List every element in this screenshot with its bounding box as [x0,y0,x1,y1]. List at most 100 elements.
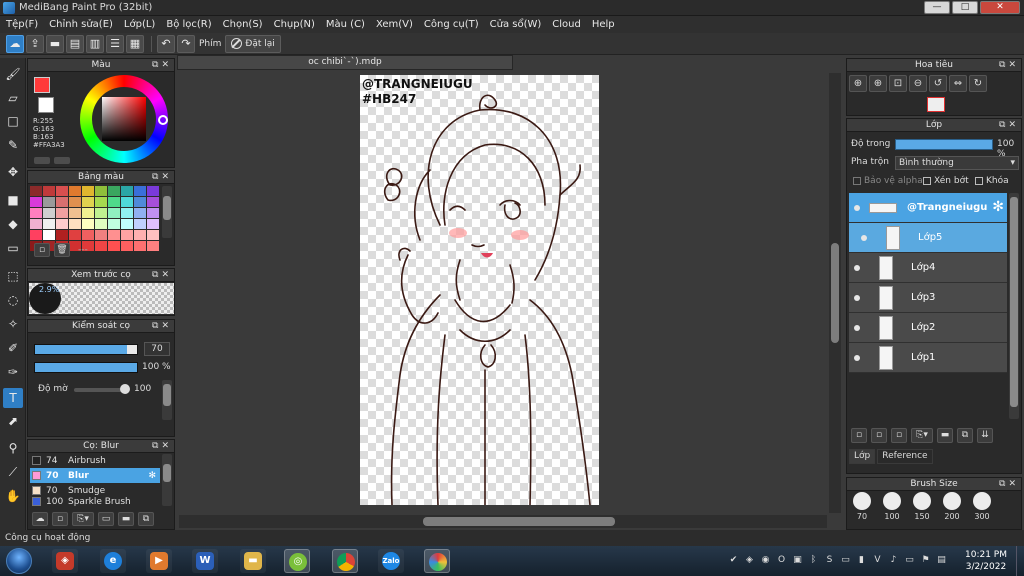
palette-swatch[interactable] [43,230,55,240]
visibility-eye-icon[interactable] [861,234,867,241]
palette-swatch[interactable] [43,219,55,229]
palette-swatch[interactable] [30,208,42,218]
new-layer-icon[interactable]: ▫ [851,428,867,443]
maximize-button[interactable]: □ [952,1,978,14]
menu-file[interactable]: Tệp(F) [6,19,38,30]
menu-view[interactable]: Xem(V) [376,19,413,30]
palette-swatch[interactable] [30,186,42,196]
palette-swatch[interactable] [30,219,42,229]
palette-swatch[interactable] [134,208,146,218]
palette-swatch[interactable] [95,219,107,229]
taskbar-medibang[interactable] [424,549,450,573]
delete-palette-icon[interactable]: 🗑 [54,243,70,257]
visibility-eye-icon[interactable] [854,294,860,301]
hue-knob[interactable] [158,115,168,125]
palette-swatch[interactable] [43,208,55,218]
layer-settings-gear-icon[interactable]: ✻ [992,199,1004,215]
palette-swatch[interactable] [69,208,81,218]
tray-monitor-icon[interactable]: ▭ [904,554,915,566]
tray-language-icon[interactable]: V [872,554,883,566]
taskbar-word[interactable]: W [192,549,218,573]
menu-filter[interactable]: Bộ lọc(R) [166,19,211,30]
minimize-button[interactable]: — [924,1,950,14]
brush-tool-icon[interactable]: 🖌 [3,64,23,84]
layer-scroll-thumb[interactable] [1010,197,1018,407]
tray-network-icon[interactable]: ▤ [936,554,947,566]
palette-swatch[interactable] [69,197,81,207]
brush-list-scrollbar[interactable] [162,454,172,506]
canvas-vertical-scrollbar[interactable] [829,73,841,513]
palette-swatch[interactable] [95,208,107,218]
brush-size-preset[interactable]: 70 [851,492,873,521]
taskbar-zalo[interactable]: Zalo [378,549,404,573]
palette-scroll-thumb[interactable] [163,196,171,220]
taskbar-clock[interactable]: 10:21 PM 3/2/2022 [962,549,1010,573]
brush-item-smudge[interactable]: 70 Smudge [30,483,160,498]
hand-tool-icon[interactable]: ✋ [3,486,23,506]
layer-scrollbar[interactable] [1009,193,1019,419]
panel-popout-close-icon[interactable]: ⧉✕ [152,171,172,183]
palette-swatch[interactable] [108,241,120,251]
grid-icon[interactable]: ▦ [126,34,144,53]
undo-icon[interactable]: ↶ [157,34,175,53]
palette-swatch[interactable] [108,186,120,196]
palette-swatch[interactable] [56,219,68,229]
move-tool-icon[interactable]: ✥ [3,162,23,182]
palette-swatch[interactable] [147,197,159,207]
color-swap-button[interactable] [54,157,70,164]
select-eraser-icon[interactable]: ✑ [3,362,23,382]
palette-swatch[interactable] [56,208,68,218]
cloud-icon[interactable]: ☁ [6,34,24,53]
tray-opera-icon[interactable]: O [776,554,787,566]
duplicate-brush-icon[interactable]: ⧉ [138,512,154,526]
taskbar-chrome[interactable] [332,549,358,573]
palette-swatch[interactable] [56,197,68,207]
merge-layer-icon[interactable]: ⇊ [977,428,993,443]
lock-checkbox[interactable]: Khóa [975,176,1009,186]
color-mode-button[interactable] [34,157,50,164]
brush-size-preset[interactable]: 100 [881,492,903,521]
close-button[interactable]: ✕ [980,1,1020,14]
brush-menu-icon[interactable]: ⎘▾ [72,512,94,526]
layer-row-lop1[interactable]: Lớp1 [849,343,1007,373]
dot-tool-icon[interactable]: □ [3,111,23,131]
menu-select[interactable]: Chọn(S) [223,19,263,30]
folder-brush-icon[interactable]: ▬ [118,512,134,526]
panel-popout-close-icon[interactable]: ⧉✕ [999,59,1019,71]
gradient-tool-icon[interactable]: ▭ [3,238,23,258]
drawing-canvas[interactable]: @TRANGNEIUGU #HB247 [360,75,599,505]
palette-swatch[interactable] [95,186,107,196]
rect-tool-icon[interactable]: ■ [3,190,23,210]
panel-popout-close-icon[interactable]: ⧉✕ [999,119,1019,131]
palette-swatch[interactable] [121,241,133,251]
palette-swatch[interactable] [134,230,146,240]
tray-volume-icon[interactable]: ♪ [888,554,899,566]
select-pen-icon[interactable]: ✐ [3,338,23,358]
tab-layer[interactable]: Lớp [849,449,876,464]
brush-settings-gear-icon[interactable]: ✻ [148,471,156,481]
palette-swatch[interactable] [147,241,159,251]
panel-icon[interactable]: ▤ [66,34,84,53]
palette-swatch[interactable] [134,219,146,229]
palette-swatch[interactable] [82,186,94,196]
taskbar-media-player[interactable]: ▶ [146,549,172,573]
brush-control-scrollbar[interactable] [162,380,172,420]
canvas-horizontal-scroll-thumb[interactable] [423,517,615,526]
palette-swatch[interactable] [108,230,120,240]
eyedropper-icon[interactable]: ⚲ [3,438,23,458]
flip-icon[interactable]: ⇔ [949,75,967,92]
menu-color[interactable]: Màu (C) [326,19,365,30]
copy-brush-icon[interactable]: ▭ [98,512,114,526]
fit-icon[interactable]: ⊡ [889,75,907,92]
layer-row-lop2[interactable]: Lớp2 [849,313,1007,343]
new-8bit-layer-icon[interactable]: ▫ [891,428,907,443]
select-rect-icon[interactable]: ⬚ [3,266,23,286]
palette-swatch[interactable] [95,230,107,240]
tray-check-icon[interactable]: ✔ [728,554,739,566]
page-icon[interactable]: ▥ [86,34,104,53]
taskbar-file-explorer[interactable]: ▬ [240,549,266,573]
visibility-eye-icon[interactable] [854,324,860,331]
visibility-eye-icon[interactable] [854,264,860,271]
opacity-knob[interactable] [120,384,130,394]
brush-item-sparkle[interactable]: 100 Sparkle Brush [30,497,160,506]
